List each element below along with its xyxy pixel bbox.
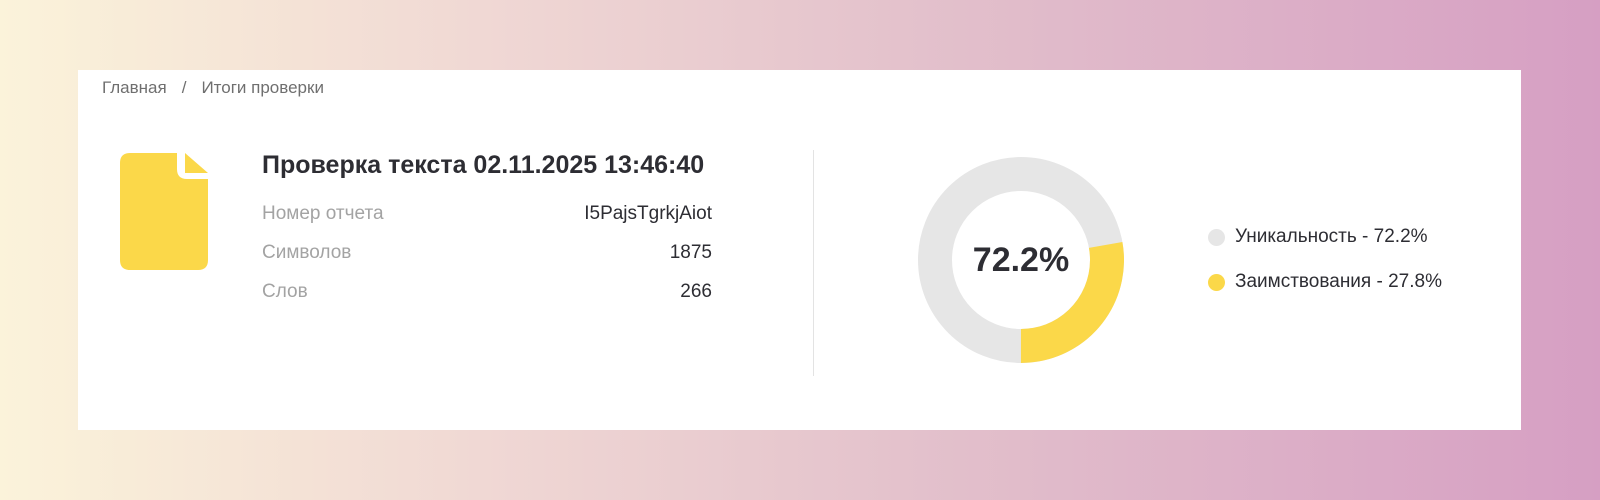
info-value: 266	[680, 281, 712, 302]
document-icon	[120, 153, 208, 270]
legend-label: Уникальность - 72.2%	[1235, 226, 1428, 247]
breadcrumb: Главная / Итоги проверки	[102, 78, 324, 98]
section-divider	[813, 150, 814, 376]
legend-dot	[1208, 228, 1225, 246]
legend-label: Заимствования - 27.8%	[1235, 271, 1442, 292]
breadcrumb-separator: /	[181, 78, 187, 97]
donut-center-value: 72.2%	[972, 240, 1070, 279]
legend-item-borrowing: Заимствования - 27.8%	[1208, 270, 1442, 294]
info-row-words: Слов 266	[262, 281, 712, 303]
info-label: Номер отчета	[262, 203, 384, 224]
chart-legend: Уникальность - 72.2% Заимствования - 27.…	[1208, 225, 1442, 315]
breadcrumb-current: Итоги проверки	[201, 78, 324, 97]
report-card: Главная / Итоги проверки Проверка текста…	[78, 70, 1521, 430]
info-row-characters: Символов 1875	[262, 242, 712, 264]
info-value: I5PajsTgrkjAiot	[584, 203, 712, 224]
info-value: 1875	[669, 242, 712, 263]
legend-item-uniqueness: Уникальность - 72.2%	[1208, 225, 1442, 249]
info-row-report-number: Номер отчета I5PajsTgrkjAiot	[262, 203, 712, 225]
breadcrumb-home-link[interactable]: Главная	[102, 78, 167, 98]
report-title: Проверка текста 02.11.2025 13:46:40	[262, 151, 705, 179]
legend-dot	[1208, 273, 1225, 291]
info-label: Символов	[262, 242, 352, 263]
info-label: Слов	[262, 281, 308, 302]
